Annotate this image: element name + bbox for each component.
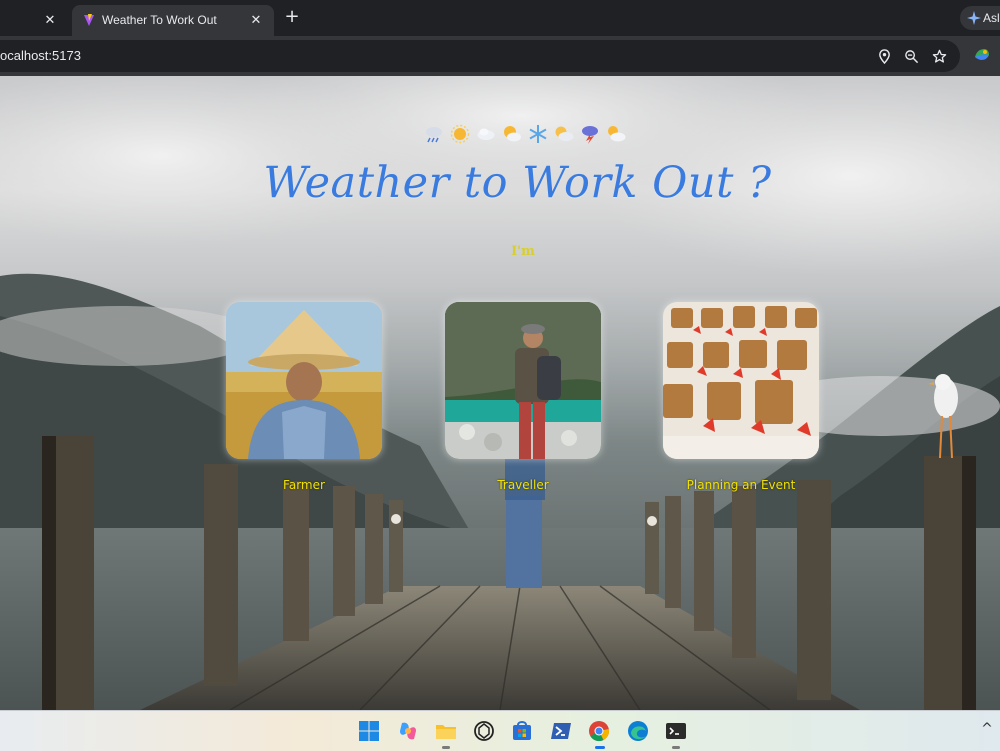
windows-start-icon[interactable] — [357, 719, 381, 743]
zoom-out-icon[interactable] — [904, 49, 919, 64]
chatgpt-icon[interactable] — [472, 719, 496, 743]
windows-taskbar: ^ — [0, 710, 1000, 751]
rain-cloud-icon — [426, 127, 442, 143]
close-tab-icon[interactable]: ✕ — [42, 12, 58, 28]
browser-tab-bar: ✕ Weather To Work Out ✕ + Asl — [0, 0, 1000, 36]
sun-small-cloud-icon — [608, 126, 626, 142]
terminal-active-indicator — [672, 746, 680, 749]
edge-icon[interactable] — [626, 719, 650, 743]
location-icon[interactable] — [877, 49, 892, 64]
sparkle-icon — [967, 11, 981, 25]
powershell-icon[interactable] — [549, 719, 573, 743]
microsoft-store-icon[interactable] — [510, 719, 534, 743]
sun-icon — [450, 124, 470, 144]
extension-icon[interactable] — [973, 45, 991, 63]
browser-tab-inactive[interactable]: ✕ — [0, 5, 68, 36]
farmer-option-image[interactable] — [226, 302, 382, 459]
tab-title: Weather To Work Out — [102, 13, 217, 27]
partly-cloudy-icon — [555, 126, 574, 141]
farmer-photo-icon — [226, 302, 382, 459]
snowflake-icon — [529, 125, 547, 143]
sun-behind-cloud-icon — [504, 126, 521, 142]
chrome-active-indicator — [595, 746, 605, 749]
address-url[interactable]: ocalhost:5173 — [0, 48, 81, 63]
traveller-photo-icon — [445, 302, 601, 459]
traveller-option-label[interactable]: Traveller — [445, 478, 601, 492]
page-title: Weather to Work Out ? — [263, 158, 772, 208]
profile-button[interactable]: Asl — [960, 6, 1000, 30]
weather-icons-row — [420, 124, 630, 146]
browser-tab-active[interactable]: Weather To Work Out ✕ — [72, 5, 274, 36]
web-page: Weather to Work Out ? I'm Farmer Travell… — [0, 76, 1000, 710]
im-label: I'm — [511, 244, 535, 259]
file-explorer-active-indicator — [442, 746, 450, 749]
chevron-up-icon[interactable]: ^ — [980, 721, 994, 737]
vite-favicon-icon — [84, 14, 94, 26]
event-option-label[interactable]: Planning an Event — [663, 478, 819, 492]
copilot-icon[interactable] — [396, 719, 420, 743]
chrome-icon[interactable] — [587, 719, 611, 743]
cloud-icon — [477, 128, 495, 140]
address-bar[interactable]: ocalhost:5173 — [0, 40, 960, 72]
new-tab-button[interactable]: + — [283, 8, 301, 26]
traveller-option-image[interactable] — [445, 302, 601, 459]
event-photo-icon — [663, 302, 819, 459]
close-tab-icon[interactable]: ✕ — [248, 12, 264, 28]
file-explorer-icon[interactable] — [434, 719, 458, 743]
terminal-icon[interactable] — [664, 719, 688, 743]
profile-name: Asl — [983, 11, 1000, 25]
farmer-option-label[interactable]: Farmer — [226, 478, 382, 492]
event-option-image[interactable] — [663, 302, 819, 459]
thunderstorm-icon — [582, 126, 598, 144]
browser-toolbar: ocalhost:5173 — [0, 36, 1000, 76]
bookmark-star-icon[interactable] — [932, 49, 947, 64]
